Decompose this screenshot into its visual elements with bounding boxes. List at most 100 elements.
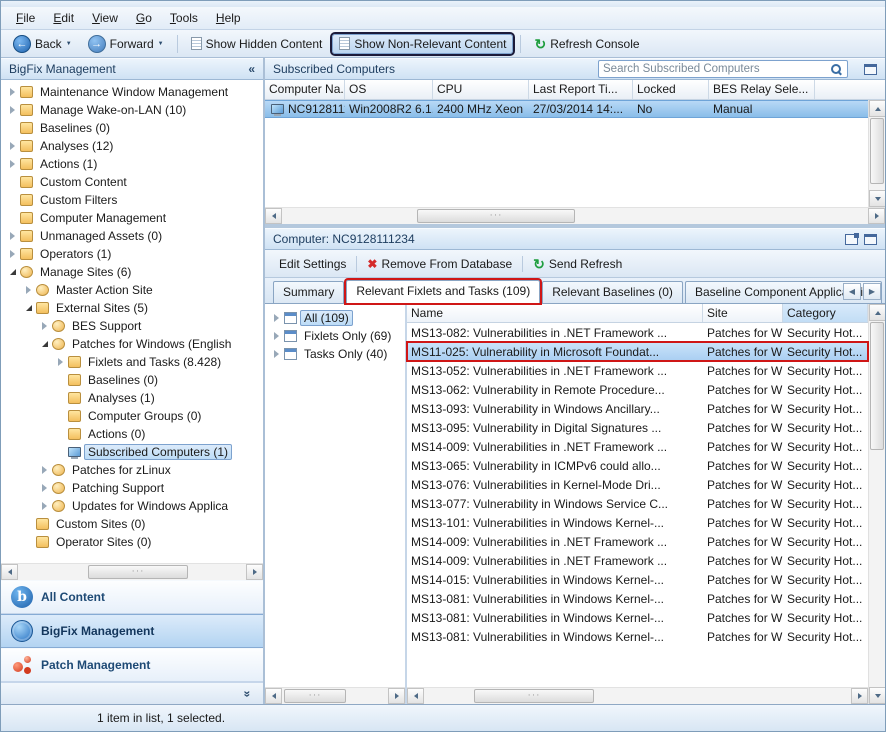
tree-item-subscribed-computers-1[interactable]: Subscribed Computers (1) — [1, 443, 263, 461]
search-input[interactable] — [603, 63, 830, 75]
action-remove-from-database[interactable]: ✖ Remove From Database — [363, 255, 516, 273]
filter-item-fixlets-only-69[interactable]: Fixlets Only (69) — [265, 327, 405, 345]
show-hidden-content-button[interactable]: Show Hidden Content — [185, 35, 329, 53]
expand-arrow-icon[interactable] — [7, 88, 18, 96]
expand-arrow-icon[interactable] — [39, 502, 50, 510]
fixlet-row[interactable]: MS13-081: Vulnerabilities in Windows Ker… — [407, 589, 868, 608]
column-header-cpu[interactable]: CPU — [433, 80, 529, 99]
column-header-last-report-ti[interactable]: Last Report Ti... — [529, 80, 633, 99]
expand-arrow-icon[interactable] — [271, 314, 282, 322]
scroll-track[interactable] — [282, 688, 388, 704]
filter-hscrollbar[interactable] — [265, 687, 405, 704]
scroll-left-button[interactable] — [407, 688, 424, 704]
scroll-track[interactable] — [424, 688, 851, 704]
tree-item-manage-sites-6[interactable]: Manage Sites (6) — [1, 263, 263, 281]
scroll-thumb[interactable] — [88, 565, 188, 579]
tree-item-custom-filters[interactable]: Custom Filters — [1, 191, 263, 209]
menu-item-edit[interactable]: Edit — [44, 8, 83, 28]
filter-item-all-109[interactable]: All (109) — [265, 309, 405, 327]
column-header-bes-relay-sele[interactable]: BES Relay Sele... — [709, 80, 815, 99]
expand-arrow-icon[interactable] — [23, 286, 34, 294]
fixlet-row[interactable]: MS14-009: Vulnerabilities in .NET Framew… — [407, 437, 868, 456]
maximize-panel-icon[interactable] — [864, 233, 877, 245]
tree-item-analyses-1[interactable]: Analyses (1) — [1, 389, 263, 407]
maximize-panel-icon[interactable] — [864, 63, 877, 75]
show-non-relevant-content-button[interactable]: Show Non-Relevant Content — [332, 33, 514, 54]
scroll-thumb[interactable] — [417, 209, 575, 223]
tree-item-patches-for-zlinux[interactable]: Patches for zLinux — [1, 461, 263, 479]
expand-arrow-icon[interactable] — [55, 358, 66, 366]
expand-arrow-icon[interactable] — [7, 160, 18, 168]
tree-item-maintenance-window-management[interactable]: Maintenance Window Management — [1, 83, 263, 101]
expand-arrow-icon[interactable] — [271, 332, 282, 340]
tab-scroll-left-button[interactable]: ◀ — [843, 283, 861, 300]
tab-relevant-baselines-0[interactable]: Relevant Baselines (0) — [542, 281, 683, 303]
expand-arrow-icon[interactable] — [39, 484, 50, 492]
expand-arrow-icon[interactable] — [7, 142, 18, 150]
fixlet-row[interactable]: MS14-009: Vulnerabilities in .NET Framew… — [407, 532, 868, 551]
column-header-name[interactable]: Name — [407, 304, 703, 322]
forward-button[interactable]: → Forward ▼ — [82, 33, 170, 55]
tree-item-custom-content[interactable]: Custom Content — [1, 173, 263, 191]
tree-item-analyses-12[interactable]: Analyses (12) — [1, 137, 263, 155]
computer-row[interactable]: NC91281112... Win2008R2 6.1... 2400 MHz Xe… — [265, 100, 868, 118]
scroll-left-button[interactable] — [1, 564, 18, 580]
forward-dropdown-icon[interactable]: ▼ — [158, 41, 164, 47]
scroll-track[interactable] — [869, 117, 885, 190]
expand-arrow-icon[interactable] — [271, 350, 282, 358]
computers-vscrollbar[interactable] — [868, 100, 885, 207]
search-icon[interactable] — [830, 63, 843, 76]
nav-overflow-button[interactable]: » — [241, 690, 255, 697]
fixlet-row[interactable]: MS13-082: Vulnerabilities in .NET Framew… — [407, 323, 868, 342]
menu-item-view[interactable]: View — [83, 8, 127, 28]
scroll-thumb[interactable] — [474, 689, 594, 703]
tree-item-baselines-0[interactable]: Baselines (0) — [1, 119, 263, 137]
fixlet-row[interactable]: MS13-081: Vulnerabilities in Windows Ker… — [407, 627, 868, 646]
tree-item-external-sites-5[interactable]: External Sites (5) — [1, 299, 263, 317]
tree-item-manage-wake-on-lan-10[interactable]: Manage Wake-on-LAN (10) — [1, 101, 263, 119]
menu-item-file[interactable]: File — [7, 8, 44, 28]
tree-item-computer-groups-0[interactable]: Computer Groups (0) — [1, 407, 263, 425]
tree-item-unmanaged-assets-0[interactable]: Unmanaged Assets (0) — [1, 227, 263, 245]
scroll-right-button[interactable] — [868, 208, 885, 224]
fixlet-row[interactable]: MS13-065: Vulnerability in ICMPv6 could … — [407, 456, 868, 475]
fixlet-row[interactable]: MS13-101: Vulnerabilities in Windows Ker… — [407, 513, 868, 532]
scroll-thumb[interactable] — [870, 118, 884, 184]
expand-arrow-icon[interactable] — [39, 466, 50, 474]
expand-arrow-icon[interactable] — [7, 106, 18, 114]
scroll-up-button[interactable] — [869, 100, 885, 117]
nav-item-all-content[interactable]: b All Content — [1, 580, 263, 614]
undock-panel-icon[interactable] — [845, 232, 859, 245]
computers-hscrollbar[interactable] — [265, 207, 885, 224]
column-header-os[interactable]: OS — [345, 80, 433, 99]
tree-item-patching-support[interactable]: Patching Support — [1, 479, 263, 497]
expand-arrow-icon[interactable] — [39, 322, 50, 330]
nav-item-bigfix-management[interactable]: BigFix Management — [1, 614, 263, 648]
tree-item-custom-sites-0[interactable]: Custom Sites (0) — [1, 515, 263, 533]
tree-item-actions-1[interactable]: Actions (1) — [1, 155, 263, 173]
collapse-sidebar-button[interactable]: « — [248, 62, 255, 76]
column-header-site[interactable]: Site — [703, 304, 783, 322]
fixlet-row[interactable]: MS13-076: Vulnerabilities in Kernel-Mode… — [407, 475, 868, 494]
back-button[interactable]: ← Back ▼ — [7, 33, 78, 55]
scroll-right-button[interactable] — [388, 688, 405, 704]
tree-item-baselines-0[interactable]: Baselines (0) — [1, 371, 263, 389]
tree-item-operator-sites-0[interactable]: Operator Sites (0) — [1, 533, 263, 551]
scroll-down-button[interactable] — [869, 687, 885, 704]
fixlet-row[interactable]: MS13-062: Vulnerability in Remote Proced… — [407, 380, 868, 399]
sidebar-hscrollbar[interactable] — [1, 563, 263, 580]
expand-arrow-icon[interactable] — [7, 250, 18, 258]
scroll-right-button[interactable] — [246, 564, 263, 580]
refresh-console-button[interactable]: ↻ Refresh Console — [528, 35, 645, 53]
tab-relevant-fixlets-and-tasks-109[interactable]: Relevant Fixlets and Tasks (109) — [346, 280, 541, 303]
column-header-locked[interactable]: Locked — [633, 80, 709, 99]
column-header-category[interactable]: Category — [783, 304, 868, 322]
fixlet-row[interactable]: MS13-093: Vulnerability in Windows Ancil… — [407, 399, 868, 418]
menu-item-help[interactable]: Help — [207, 8, 250, 28]
fixlet-row[interactable]: MS11-025: Vulnerability in Microsoft Fou… — [406, 341, 869, 362]
column-header-computer-na[interactable]: Computer Na... — [265, 80, 345, 99]
collapse-arrow-icon[interactable] — [23, 305, 34, 311]
fixlet-row[interactable]: MS13-095: Vulnerability in Digital Signa… — [407, 418, 868, 437]
scroll-right-button[interactable] — [851, 688, 868, 704]
scroll-track[interactable] — [282, 208, 868, 224]
